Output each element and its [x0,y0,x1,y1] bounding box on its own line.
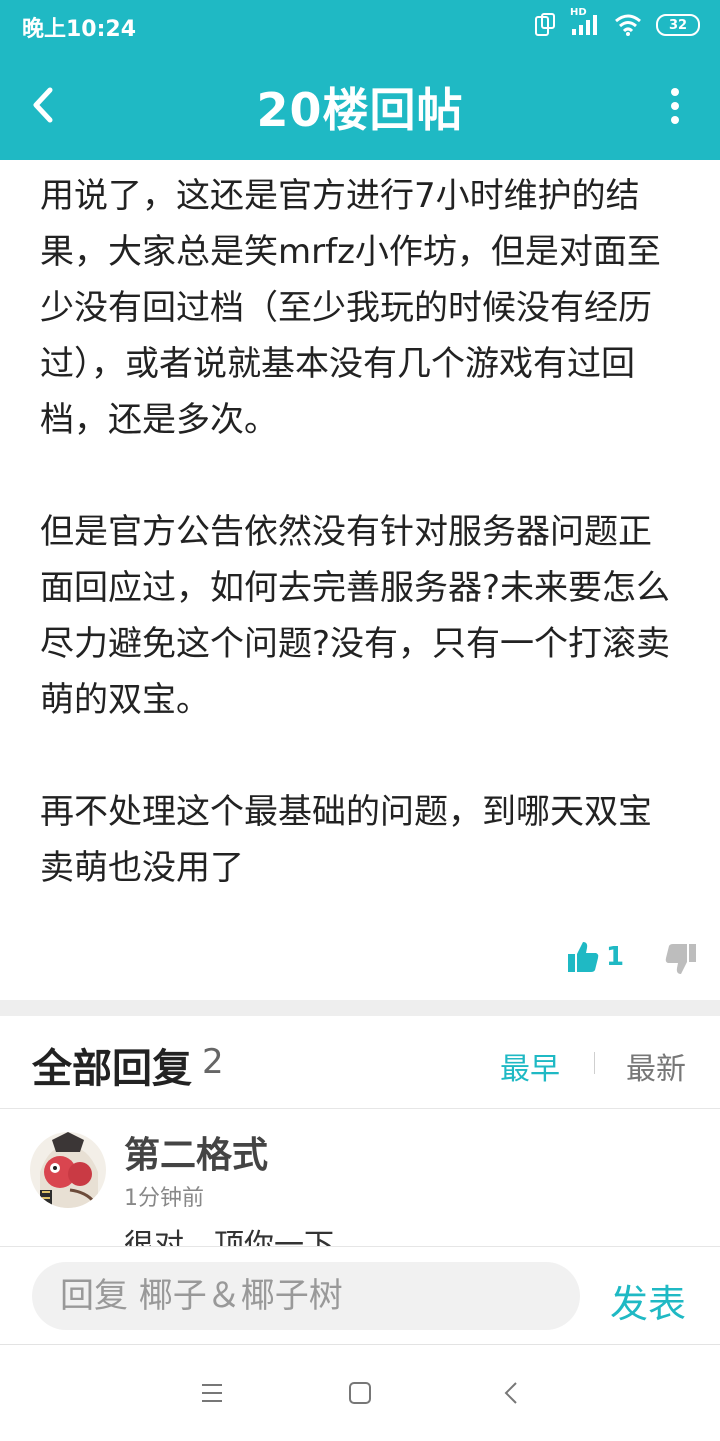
reply-username[interactable]: 第二格式 [124,1126,268,1178]
replies-count: 2 [202,1042,224,1082]
sort-earliest-tab[interactable]: 最早 [500,1044,560,1088]
menu-icon[interactable] [196,1377,228,1409]
post-paragraph: 用说了，这还是官方进行7小时维护的结果，大家总是笑mrfz小作坊，但是对面至少没… [40,176,661,440]
replies-header: 全部回复 2 最早 最新 [0,1016,720,1109]
back-icon[interactable] [496,1377,528,1409]
wifi-icon [615,14,641,36]
status-icons: HD 32 [534,7,700,38]
sort-divider [594,1052,595,1074]
status-bar: 晚上10:24 HD 32 [0,0,720,50]
like-button[interactable]: 1 [566,940,624,974]
post-paragraph: 再不处理这个最基础的问题，到哪天双宝卖萌也没用了 [40,792,652,888]
reply-timestamp: 1分钟前 [124,1186,204,1211]
signal-group: HD [570,7,600,37]
like-count: 1 [606,942,625,972]
page-title: 20楼回帖 [256,83,464,137]
sort-latest-tab[interactable]: 最新 [626,1044,686,1088]
thumbs-down-icon[interactable] [664,942,698,976]
dual-sim-icon [535,13,555,36]
thumbs-up-icon [568,942,599,972]
post-content: 用说了，这还是官方进行7小时维护的结果，大家总是笑mrfz小作坊，但是对面至少没… [40,168,680,896]
section-divider [0,1000,720,1016]
app-header: 20楼回帖 [0,50,720,160]
avatar[interactable] [30,1132,106,1208]
replies-title: 全部回复 [32,1046,192,1092]
status-time: 晚上10:24 [22,17,137,42]
reply-text: 很对，顶你一下 [124,1228,334,1246]
signal-icon [572,15,597,35]
reply-input-bar: 发表 [0,1246,720,1345]
post-paragraph: 但是官方公告依然没有针对服务器问题正面回应过，如何去完善服务器?未来要怎么尽力避… [40,512,671,720]
home-icon[interactable] [344,1377,376,1409]
vote-row: 1 [0,940,720,990]
post-button[interactable]: 发表 [610,1273,686,1328]
battery-icon: 32 [656,14,700,36]
reply-item[interactable]: 第二格式 1分钟前 很对，顶你一下 [0,1108,720,1246]
system-nav-bar [0,1344,720,1441]
more-options-icon[interactable] [664,86,686,126]
avatar-image [30,1132,106,1208]
reply-input[interactable] [32,1262,580,1330]
